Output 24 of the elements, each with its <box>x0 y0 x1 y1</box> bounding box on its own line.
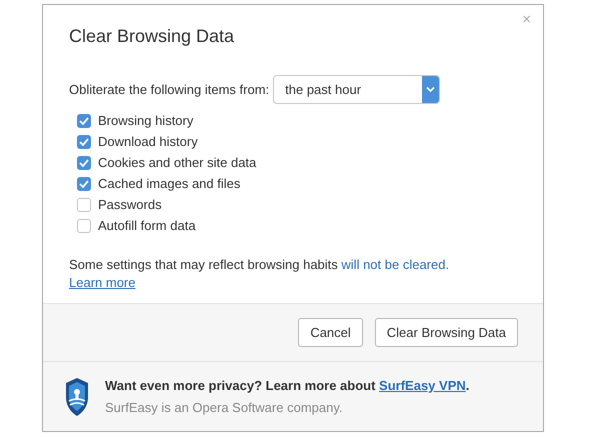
checkbox-label: Browsing history <box>98 112 194 130</box>
note-text: Some settings that may reflect browsing habits will not be cleared. Learn more <box>69 256 450 292</box>
checkbox-label: Cookies and other site data <box>98 154 256 172</box>
checkbox[interactable] <box>77 198 91 212</box>
chevron-down-icon <box>426 86 436 93</box>
dialog-button[interactable]: Cancel <box>298 318 363 347</box>
shield-icon <box>65 376 89 416</box>
checkbox-label: Cached images and files <box>98 174 240 193</box>
checkbox[interactable] <box>77 134 91 148</box>
learn-more-link[interactable]: Learn more <box>69 275 136 290</box>
checkbox[interactable] <box>77 176 91 190</box>
promo-subtext: SurfEasy is an Opera Software company. <box>105 398 344 417</box>
checkbox[interactable] <box>77 156 91 170</box>
promo-text: Want even more privacy? Learn more about SurfEasy VPN. <box>105 377 470 395</box>
checkbox[interactable] <box>77 114 91 128</box>
checkbox-label: Passwords <box>98 196 162 214</box>
vpn-link[interactable]: SurfEasy VPN <box>379 378 466 393</box>
dialog-title: Clear Browsing Data <box>69 25 236 47</box>
checkbox[interactable] <box>77 218 91 232</box>
time-range-select[interactable]: the past hour <box>273 75 440 104</box>
checkbox-label: Autofill form data <box>98 216 196 235</box>
checkbox-label: Download history <box>98 132 198 151</box>
range-label: Obliterate the following items from: <box>69 80 270 99</box>
dialog-button[interactable]: Clear Browsing Data <box>374 318 518 347</box>
